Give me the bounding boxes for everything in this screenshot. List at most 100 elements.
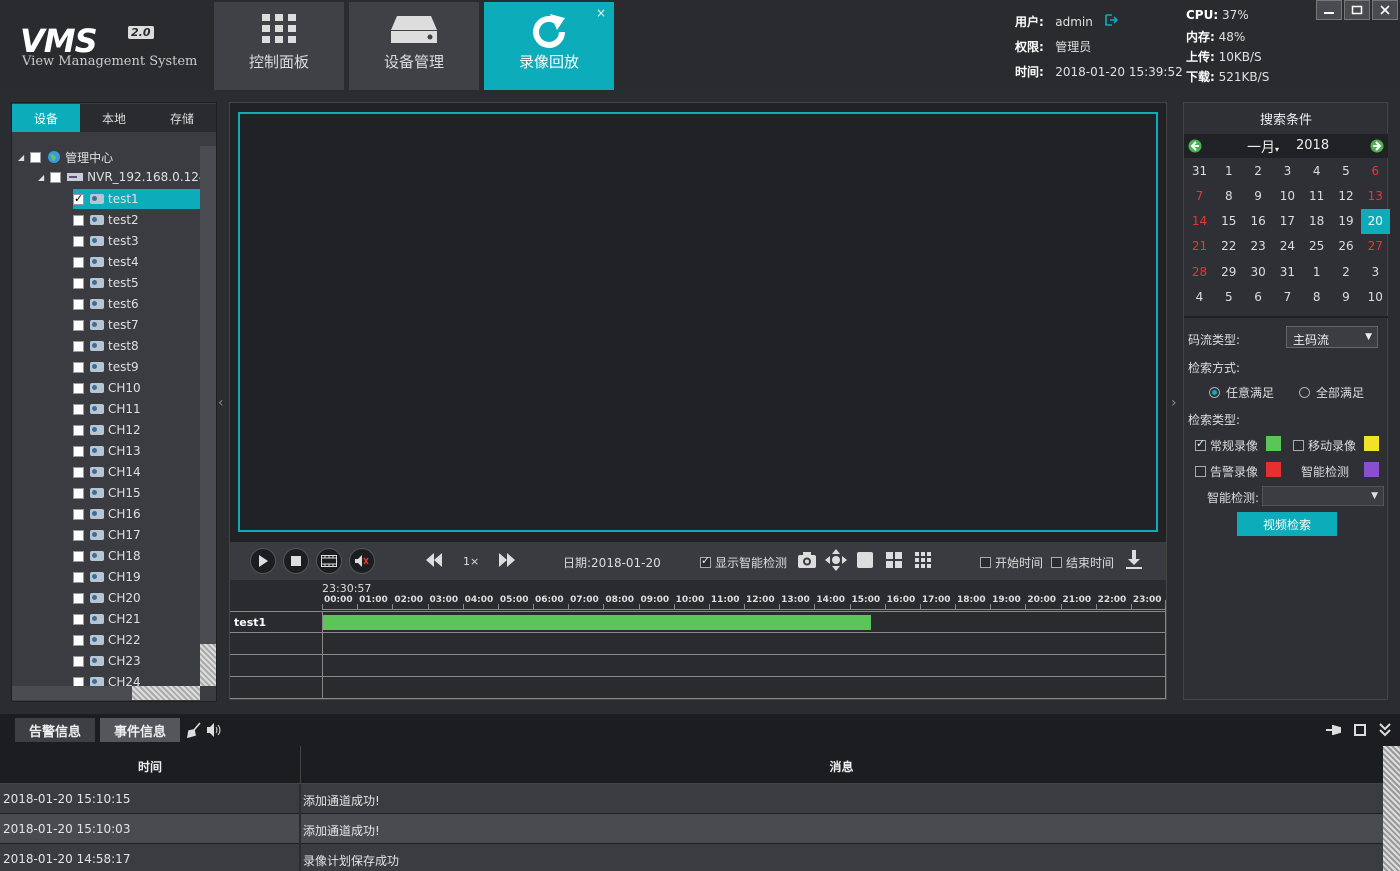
tree-channel[interactable]: test1: [73, 189, 200, 209]
calendar-day[interactable]: 31: [1273, 259, 1302, 284]
tree-channel[interactable]: test3: [73, 231, 139, 251]
tab-event-info[interactable]: 事件信息: [100, 718, 180, 742]
checkbox[interactable]: [1293, 440, 1304, 451]
calendar-day[interactable]: 10: [1273, 183, 1302, 208]
stop-button[interactable]: [283, 548, 309, 574]
calendar-day[interactable]: 28: [1185, 259, 1214, 284]
type-alarm-toggle[interactable]: 告警录像: [1195, 463, 1258, 480]
maximize-button[interactable]: [1344, 0, 1370, 20]
mode-all-radio[interactable]: 全部满足: [1299, 384, 1364, 401]
checkbox[interactable]: [73, 235, 84, 247]
close-icon[interactable]: ×: [596, 6, 606, 20]
expand-icon[interactable]: ◢: [18, 153, 24, 162]
broom-icon[interactable]: [186, 722, 202, 738]
calendar-day[interactable]: 29: [1214, 259, 1243, 284]
calendar-day[interactable]: 1: [1302, 259, 1331, 284]
timeline[interactable]: 23:30:57 test1 00:00 01:00 02:00 03:00 04:00…: [230, 580, 1166, 699]
checkbox[interactable]: [73, 277, 84, 289]
checkbox[interactable]: [980, 557, 991, 568]
calendar-day[interactable]: 4: [1185, 285, 1214, 310]
tree-channel[interactable]: CH14: [73, 462, 141, 482]
ptz-icon[interactable]: [825, 549, 847, 571]
expand-icon[interactable]: ◢: [38, 173, 44, 182]
checkbox[interactable]: [1195, 437, 1206, 451]
checkbox[interactable]: [1195, 466, 1206, 477]
checkbox[interactable]: [73, 403, 84, 415]
type-normal-toggle[interactable]: 常规录像: [1195, 437, 1258, 454]
checkbox[interactable]: [73, 487, 84, 499]
calendar-day[interactable]: 12: [1332, 183, 1361, 208]
calendar-day[interactable]: 3: [1273, 158, 1302, 183]
calendar-day[interactable]: 7: [1273, 285, 1302, 310]
calendar-day[interactable]: 6: [1361, 158, 1390, 183]
tree-channel[interactable]: CH10: [73, 378, 141, 398]
tree-channel[interactable]: CH24: [73, 672, 141, 686]
calendar-day[interactable]: 3: [1361, 259, 1390, 284]
calendar-day[interactable]: 10: [1361, 285, 1390, 310]
calendar-day[interactable]: 1: [1214, 158, 1243, 183]
tab-storage[interactable]: 存储: [148, 104, 216, 132]
calendar-day[interactable]: 9: [1332, 285, 1361, 310]
year-label[interactable]: 2018: [1296, 138, 1329, 153]
tree-root[interactable]: ◢ 管理中心: [18, 147, 113, 167]
calendar-day[interactable]: 18: [1302, 209, 1331, 234]
tree-channel[interactable]: CH16: [73, 504, 141, 524]
calendar-day[interactable]: 14: [1185, 209, 1214, 234]
checkbox[interactable]: [73, 256, 84, 268]
tree-channel[interactable]: test2: [73, 210, 139, 230]
video-search-button[interactable]: 视频检索: [1237, 512, 1337, 536]
fast-forward-icon[interactable]: [499, 553, 515, 567]
show-smart-toggle[interactable]: 显示智能检测: [700, 554, 787, 571]
checkbox[interactable]: [73, 298, 84, 310]
calendar-day[interactable]: 16: [1244, 209, 1273, 234]
calendar-day[interactable]: 5: [1214, 285, 1243, 310]
track-row[interactable]: [230, 655, 1166, 677]
tree-channel[interactable]: CH11: [73, 399, 141, 419]
calendar-day[interactable]: 23: [1244, 234, 1273, 259]
mode-any-radio[interactable]: 任意满足: [1209, 384, 1274, 401]
checkbox[interactable]: [73, 424, 84, 436]
calendar-day[interactable]: 9: [1244, 183, 1273, 208]
calendar-day[interactable]: 21: [1185, 234, 1214, 259]
tree-horizontal-scrollbar[interactable]: [12, 686, 200, 700]
checkbox[interactable]: [50, 171, 62, 183]
calendar-day[interactable]: 22: [1214, 234, 1243, 259]
minimize-button[interactable]: [1316, 0, 1342, 20]
checkbox[interactable]: [73, 613, 84, 625]
tab-device-management[interactable]: 设备管理: [349, 2, 479, 90]
pin-icon[interactable]: [1325, 723, 1343, 737]
collapse-right-icon[interactable]: ›: [1171, 395, 1177, 411]
calendar-day[interactable]: 11: [1302, 183, 1331, 208]
rewind-icon[interactable]: [426, 553, 442, 567]
scroll-thumb[interactable]: [132, 686, 200, 700]
checkbox[interactable]: [73, 634, 84, 646]
calendar-day[interactable]: 2: [1332, 259, 1361, 284]
table-row[interactable]: 2018-01-20 15:10:15 添加通道成功!: [0, 784, 1383, 814]
tree-vertical-scrollbar[interactable]: [200, 146, 216, 686]
volume-icon[interactable]: [207, 723, 223, 737]
calendar-day[interactable]: 30: [1244, 259, 1273, 284]
tree-channel[interactable]: test7: [73, 315, 139, 335]
tab-device[interactable]: 设备: [12, 104, 80, 132]
checkbox[interactable]: [73, 508, 84, 520]
calendar-day[interactable]: 8: [1302, 285, 1331, 310]
tree-nvr[interactable]: ◢ NVR_192.168.0.124: [38, 167, 200, 187]
tree-channel[interactable]: CH21: [73, 609, 141, 629]
checkbox[interactable]: [73, 214, 84, 226]
track-row[interactable]: [230, 677, 1166, 699]
tree-channel[interactable]: CH13: [73, 441, 141, 461]
layout-4-icon[interactable]: [885, 551, 903, 569]
checkbox[interactable]: [73, 319, 84, 331]
checkbox[interactable]: [73, 466, 84, 478]
calendar-day[interactable]: 2: [1244, 158, 1273, 183]
collapse-left-icon[interactable]: ‹: [218, 395, 224, 411]
start-time-toggle[interactable]: 开始时间: [980, 554, 1043, 571]
table-row[interactable]: 2018-01-20 14:58:17 录像计划保存成功: [0, 844, 1383, 871]
prev-month-icon[interactable]: [1188, 139, 1202, 153]
tree-channel[interactable]: test9: [73, 357, 139, 377]
end-time-toggle[interactable]: 结束时间: [1051, 554, 1114, 571]
layout-1-icon[interactable]: [856, 551, 874, 569]
table-row[interactable]: 2018-01-20 15:10:03 添加通道成功!: [0, 814, 1383, 844]
mute-button[interactable]: [349, 548, 375, 574]
restore-icon[interactable]: [1353, 723, 1367, 737]
